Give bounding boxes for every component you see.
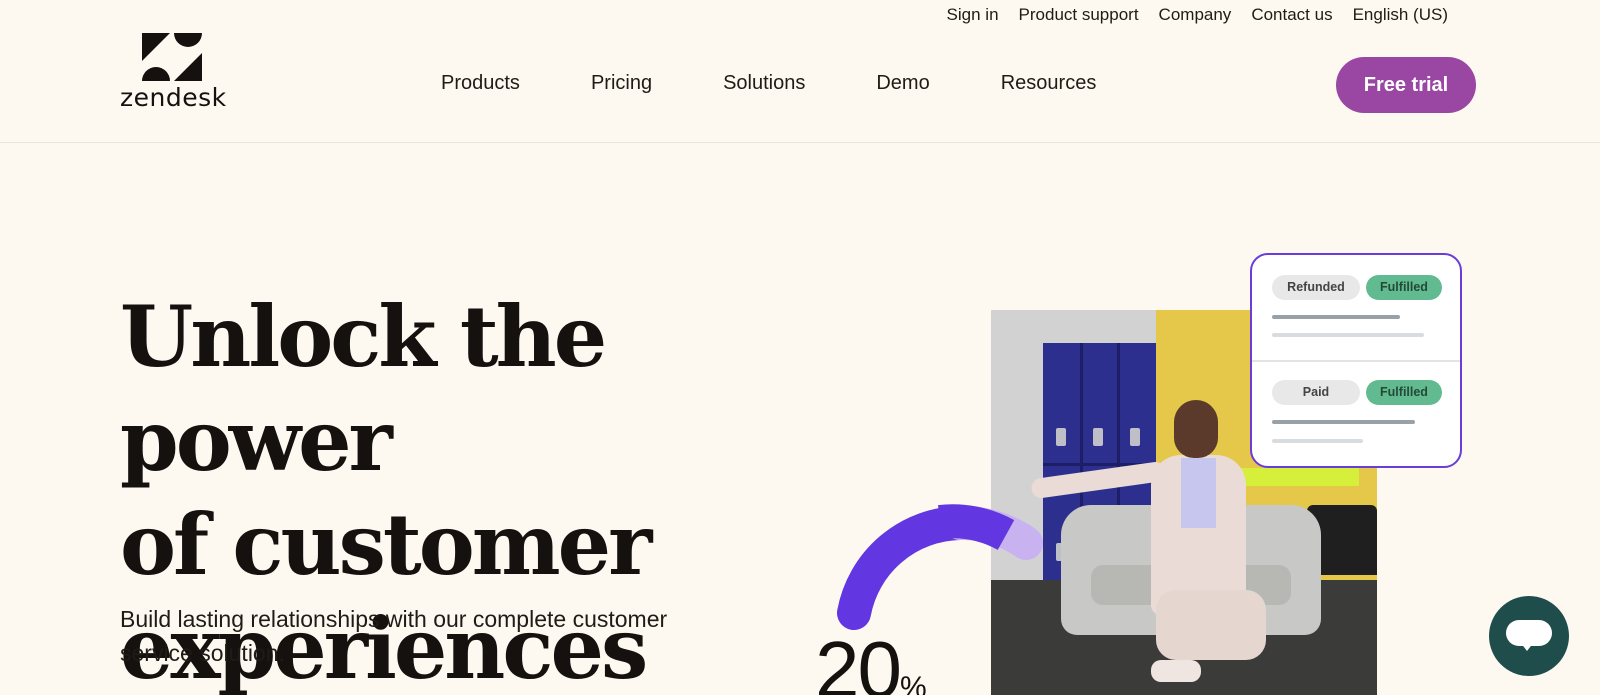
zendesk-z-icon: [142, 33, 202, 81]
main-nav: Products Pricing Solutions Demo Resource…: [441, 72, 1096, 95]
stat-number: 20: [815, 625, 902, 695]
hero-subtitle-line: Build lasting relationships with our com…: [120, 606, 668, 632]
zendesk-logo[interactable]: zendesk: [120, 33, 230, 113]
stat-unit: %: [899, 671, 927, 695]
status-badge: Fulfilled: [1366, 275, 1442, 300]
placeholder-line: [1272, 315, 1400, 319]
hero-subtitle-line: service solution.: [120, 640, 285, 666]
nav-demo[interactable]: Demo: [876, 72, 929, 95]
nav-pricing[interactable]: Pricing: [591, 72, 652, 95]
hero-title-line: Unlock the power: [120, 287, 607, 490]
header-divider: [0, 142, 1600, 143]
hero-subtitle: Build lasting relationships with our com…: [120, 602, 760, 670]
placeholder-line: [1272, 420, 1415, 424]
order-status-card: Refunded Fulfilled Paid Fulfilled: [1250, 253, 1462, 468]
sign-in-link[interactable]: Sign in: [947, 4, 999, 26]
placeholder-line: [1272, 439, 1363, 443]
nav-resources[interactable]: Resources: [1001, 72, 1097, 95]
status-row: Refunded Fulfilled: [1272, 275, 1442, 300]
product-support-link[interactable]: Product support: [1019, 4, 1139, 26]
language-selector[interactable]: English (US): [1353, 4, 1448, 26]
chat-launcher-button[interactable]: [1489, 596, 1569, 676]
progress-arc: [837, 504, 1043, 630]
status-badge: Paid: [1272, 380, 1360, 405]
placeholder-line: [1272, 333, 1424, 337]
chat-bubble-tail: [1520, 642, 1534, 651]
utility-nav: Sign in Product support Company Contact …: [947, 4, 1448, 26]
free-trial-button[interactable]: Free trial: [1336, 57, 1476, 113]
status-badge: Refunded: [1272, 275, 1360, 300]
company-link[interactable]: Company: [1159, 4, 1232, 26]
status-row: Paid Fulfilled: [1272, 380, 1442, 405]
nav-products[interactable]: Products: [441, 72, 520, 95]
status-badge: Fulfilled: [1366, 380, 1442, 405]
stat-value: 20%: [815, 630, 927, 695]
nav-solutions[interactable]: Solutions: [723, 72, 805, 95]
logo-wordmark: zendesk: [120, 83, 227, 112]
card-divider: [1252, 360, 1460, 362]
hero-title-line: of customer: [120, 495, 652, 594]
contact-us-link[interactable]: Contact us: [1251, 4, 1332, 26]
